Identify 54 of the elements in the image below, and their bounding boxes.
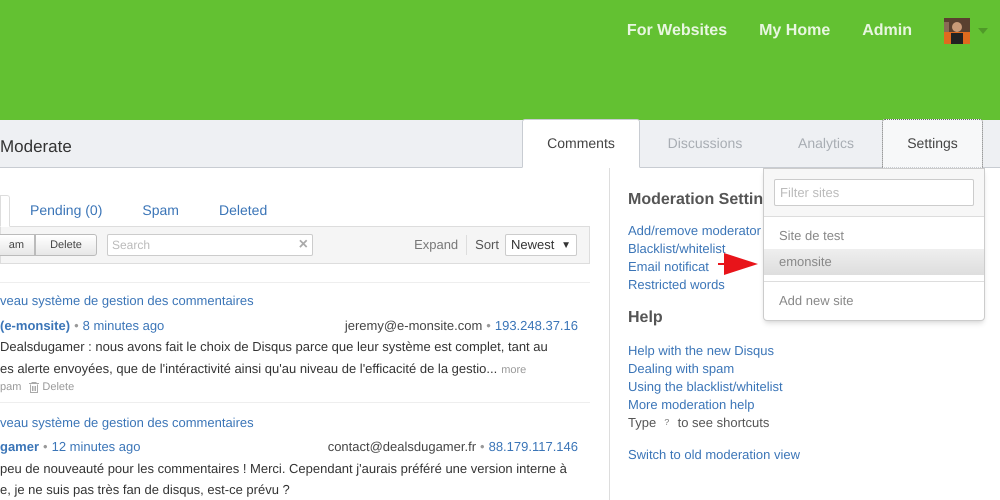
author-link[interactable]: (e-monsite) (0, 316, 70, 335)
ip-link[interactable]: 193.248.37.16 (494, 316, 578, 335)
separator-dot: • (480, 438, 485, 456)
comment-text: es alerte envoyées, que de l'intéractivité ainsi qu'au niveau de l'efficacité de la gestio... (0, 360, 498, 378)
sidebar-link[interactable]: Dealing with spam (628, 360, 734, 378)
email-text: jeremy@e-monsite.com (344, 316, 482, 335)
sort-dropdown[interactable]: Newest ▼ (505, 234, 577, 256)
key-hint: ? (664, 417, 670, 430)
selected-tab[interactable] (0, 195, 10, 227)
sidebar-link[interactable]: Restricted words (628, 276, 725, 294)
comment-time: 8 minutes ago (82, 316, 164, 335)
tab[interactable]: Settings (882, 119, 983, 168)
comment-text: peu de nouveauté pour les commentaires ! Merci. Cependant j'aurais préféré une version interne à (0, 460, 567, 478)
site-option[interactable]: emonsite (764, 249, 984, 275)
separator-dot: • (43, 438, 48, 456)
comment-text: Dealsdugamer : nous avons fait le choix de Disqus parce que leur système est complet, tant au (0, 338, 548, 356)
filter-field[interactable]: Filter sites (774, 179, 974, 206)
shortcut-text: to see shortcuts (678, 414, 770, 432)
add-site-option[interactable]: Add new site (764, 282, 984, 320)
sidebar-link[interactable]: More moderation help (628, 396, 754, 414)
trash-icon (29, 382, 40, 393)
shortcut-text: Type (628, 414, 656, 432)
expand-link[interactable]: Expand (414, 235, 468, 255)
sidebar-link[interactable]: Email notificat (628, 258, 709, 276)
section-heading: Moderation Settin (628, 190, 764, 210)
filter-tab[interactable]: Deleted (198, 194, 288, 226)
filter-tab[interactable]: Pending (0) (10, 194, 122, 226)
tab[interactable]: Comments (522, 119, 640, 168)
toolbar-button[interactable]: Delete (35, 234, 97, 256)
site-option[interactable]: Site de test (764, 223, 984, 249)
author-link[interactable]: gamer (0, 437, 40, 456)
action-link[interactable]: pam (0, 379, 22, 396)
page-title: Moderate (0, 136, 72, 158)
comment-text: e, je ne suis pas très fan de disqus, est-ce prévu ? (0, 481, 290, 499)
action-link[interactable]: Delete (29, 379, 74, 396)
sidebar-link[interactable]: Add/remove moderator (628, 222, 761, 240)
separator-dot: • (74, 316, 79, 334)
thread-link[interactable]: veau système de gestion des commentaires (0, 291, 578, 310)
sidebar-link[interactable]: Help with the new Disqus (628, 342, 774, 360)
section-heading: Help (628, 308, 663, 328)
email-text: contact@dealsdugamer.fr (328, 438, 476, 456)
sidebar-link[interactable]: Using the blacklist/whitelist (628, 378, 783, 396)
sidebar-link[interactable]: Switch to old moderation view (628, 445, 800, 464)
toolbar-button[interactable]: am (0, 234, 35, 256)
filter-tab[interactable]: Spam (122, 194, 199, 226)
more-link[interactable]: more (501, 362, 526, 378)
sort-label: Sort (475, 236, 499, 254)
caret-icon[interactable] (978, 28, 988, 34)
thread-link[interactable]: veau système de gestion des commentaires (0, 412, 578, 432)
arrow-annotation (718, 252, 758, 276)
ip-link[interactable]: 88.179.117.146 (488, 437, 578, 456)
comment-time: 12 minutes ago (52, 438, 140, 456)
separator-dot: • (486, 316, 491, 334)
sidebar-link[interactable]: Blacklist/whitelist (628, 240, 726, 258)
